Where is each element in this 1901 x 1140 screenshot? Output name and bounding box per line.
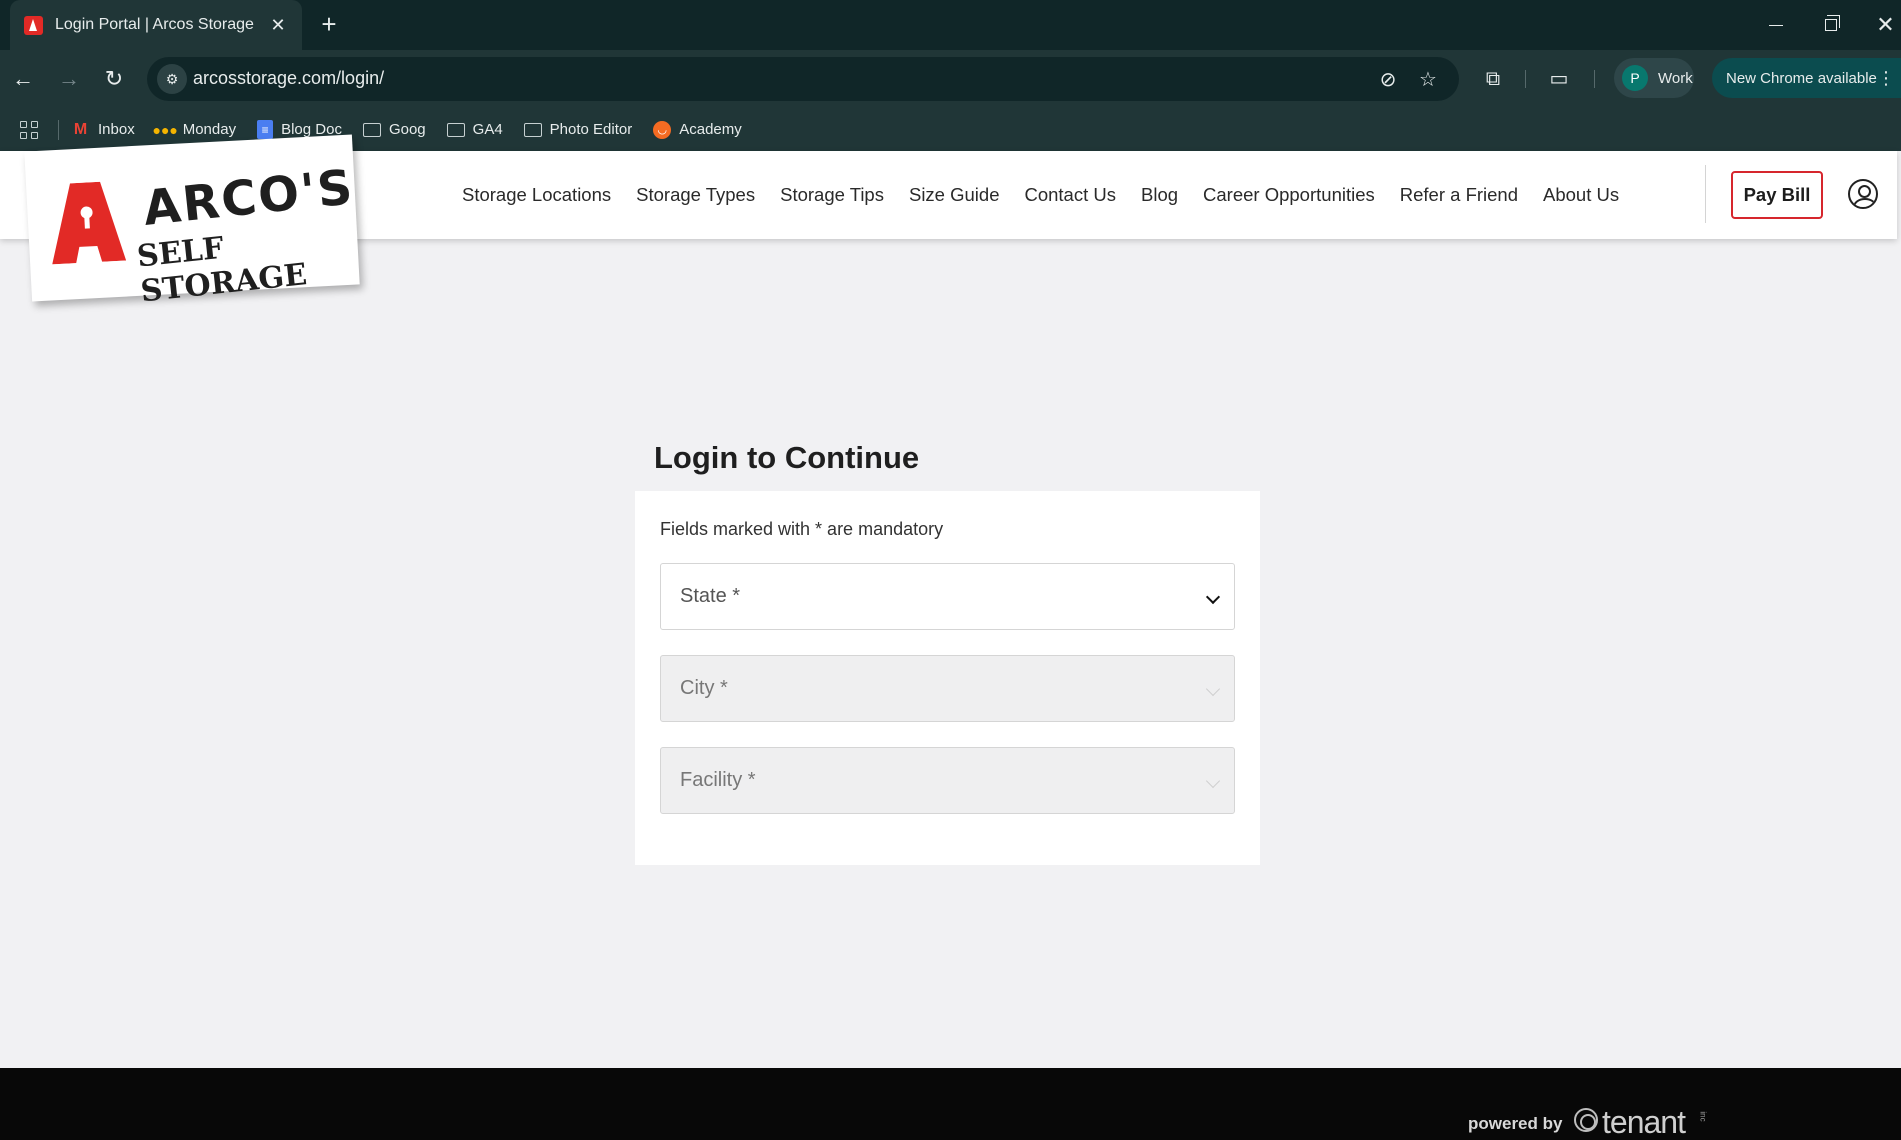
restore-icon [1824, 15, 1840, 31]
arcos-favicon-icon [24, 15, 43, 35]
browser-toolbar: ← → ↻ ⚙ arcosstorage.com/login/ ⊘ ☆ ⧉ ▭ … [0, 50, 1901, 108]
nav-about-us[interactable]: About Us [1543, 184, 1619, 206]
bookmark-label: Academy [679, 121, 742, 138]
profile-avatar: P [1622, 65, 1648, 91]
nav-size-guide[interactable]: Size Guide [909, 184, 1000, 206]
back-button[interactable]: ← [6, 62, 40, 96]
doc-icon: ≡ [257, 120, 274, 139]
bookmark-academy[interactable]: ◡ Academy [653, 120, 742, 139]
site-footer: powered by tenant inc [0, 1068, 1901, 1140]
update-label: New Chrome available [1726, 69, 1877, 87]
academy-icon: ◡ [653, 120, 672, 139]
tenant-logo[interactable]: tenant inc [1574, 1104, 1708, 1140]
bookmark-label: Inbox [98, 121, 135, 138]
nav-refer-a-friend[interactable]: Refer a Friend [1400, 184, 1518, 206]
forward-button[interactable]: → [52, 62, 86, 96]
address-bar[interactable]: ⚙ arcosstorage.com/login/ ⊘ ☆ [147, 57, 1459, 101]
site-info-icon[interactable]: ⚙ [157, 64, 187, 94]
browser-tab-strip: Login Portal | Arcos Storage ✕ + ✕ [0, 0, 1901, 50]
bookmark-label: Photo Editor [549, 121, 633, 138]
chevron-down-icon [1205, 681, 1221, 697]
window-minimize-button[interactable] [1748, 0, 1803, 50]
reload-icon: ↻ [104, 66, 124, 91]
chrome-update-button[interactable]: New Chrome available ⋮ [1712, 58, 1901, 98]
gmail-icon: M [73, 120, 88, 138]
bookmark-photo-editor[interactable]: Photo Editor [523, 121, 633, 138]
reload-button[interactable]: ↻ [97, 62, 131, 96]
tab-close-icon[interactable]: ✕ [268, 15, 288, 36]
bookmark-label: Goog [388, 121, 426, 138]
profile-button[interactable]: P Work [1614, 58, 1694, 98]
window-close-button[interactable]: ✕ [1858, 0, 1901, 50]
nav-storage-locations[interactable]: Storage Locations [462, 184, 611, 206]
arrow-left-icon: ← [12, 66, 34, 91]
powered-by-label: powered by [1468, 1114, 1563, 1133]
folder-icon [523, 122, 542, 137]
browser-tab-active[interactable]: Login Portal | Arcos Storage ✕ [10, 0, 302, 50]
url-text[interactable]: arcosstorage.com/login/ [193, 68, 384, 89]
mandatory-note: Fields marked with * are mandatory [660, 519, 944, 539]
bookmark-monday[interactable]: ●●● Monday [152, 121, 237, 138]
monday-icon: ●●● [152, 121, 178, 138]
arrow-right-icon: → [58, 66, 80, 91]
extensions-icon[interactable]: ⧉ [1478, 64, 1508, 94]
profile-name: Work [1658, 69, 1693, 87]
tenant-brand: tenant [1602, 1104, 1686, 1140]
chevron-down-icon [1205, 773, 1221, 789]
folder-icon [362, 122, 381, 137]
cast-search-icon[interactable]: ▭ [1544, 64, 1574, 94]
nav-storage-tips[interactable]: Storage Tips [780, 184, 884, 206]
tenant-mark-icon [1574, 1108, 1598, 1132]
menu-kebab-icon[interactable]: ⋮ [1877, 69, 1895, 87]
toolbar-divider [1525, 70, 1526, 88]
nav-blog[interactable]: Blog [1141, 184, 1178, 206]
folder-icon [446, 122, 465, 137]
login-form: Fields marked with * are mandatory State… [635, 491, 1260, 865]
state-select-label: State * [680, 585, 741, 607]
facility-select-label: Facility * [680, 769, 756, 791]
toolbar-divider [1594, 70, 1595, 88]
new-tab-button[interactable]: + [314, 9, 344, 39]
account-user-icon[interactable] [1848, 179, 1878, 209]
bookmark-label: Monday [182, 121, 237, 138]
nav-contact-us[interactable]: Contact Us [1024, 184, 1116, 206]
window-restore-button[interactable] [1803, 0, 1858, 50]
city-select-label: City * [680, 677, 728, 699]
login-title: Login to Continue [654, 440, 920, 475]
bookmark-label: GA4 [472, 121, 503, 138]
close-icon: ✕ [1876, 12, 1895, 37]
state-select[interactable]: State * [660, 563, 1235, 630]
main-navigation: Storage Locations Storage Types Storage … [462, 151, 1644, 239]
bookmarks-divider [58, 119, 59, 140]
facility-select[interactable]: Facility * [660, 747, 1235, 814]
bookmark-star-icon[interactable]: ☆ [1415, 67, 1441, 93]
bookmark-goog[interactable]: Goog [362, 121, 426, 138]
nav-career-opportunities[interactable]: Career Opportunities [1203, 184, 1375, 206]
minimize-icon [1768, 24, 1783, 26]
chevron-down-icon [1205, 589, 1221, 605]
tab-title: Login Portal | Arcos Storage [55, 16, 254, 33]
logo-a-keyhole-icon [52, 181, 127, 265]
header-divider [1705, 165, 1706, 223]
city-select[interactable]: City * [660, 655, 1235, 722]
arcos-logo[interactable]: ARCO'S SELF STORAGE [24, 134, 360, 309]
bookmark-inbox[interactable]: M Inbox [71, 120, 135, 139]
tracking-protection-icon[interactable]: ⊘ [1375, 67, 1401, 93]
nav-storage-types[interactable]: Storage Types [636, 184, 755, 206]
bookmark-ga4[interactable]: GA4 [446, 121, 503, 138]
apps-grid-icon[interactable] [20, 120, 38, 139]
pay-bill-button[interactable]: Pay Bill [1731, 171, 1823, 219]
tenant-inc: inc [1698, 1111, 1708, 1122]
